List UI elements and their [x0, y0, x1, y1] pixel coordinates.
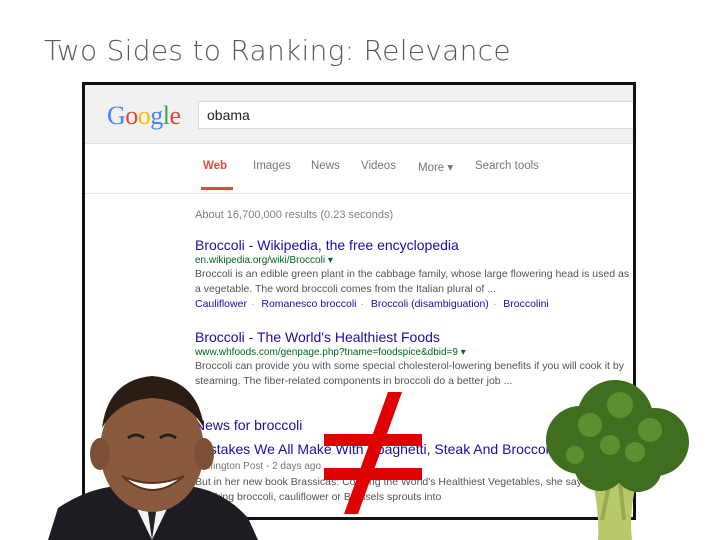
result-title[interactable]: Broccoli - Wikipedia, the free encyclope…: [195, 237, 633, 253]
broccoli-photo: [546, 380, 689, 540]
active-tab-indicator: [201, 187, 233, 190]
google-logo[interactable]: Google: [107, 101, 181, 131]
slide-title: Two Sides to Ranking: Relevance: [44, 34, 511, 67]
not-equal-icon: [324, 392, 422, 514]
tab-web[interactable]: Web: [203, 160, 227, 172]
logo-letter: e: [169, 101, 182, 130]
google-header: Google obama: [85, 85, 633, 144]
logo-letter: G: [107, 101, 126, 130]
tab-videos[interactable]: Videos: [361, 160, 396, 172]
sitelinks: Cauliflower · Romanesco broccoli · Broccol…: [195, 298, 549, 310]
sitelink[interactable]: Romanesco broccoli: [261, 298, 356, 310]
search-input[interactable]: obama: [198, 101, 633, 129]
sitelink[interactable]: Cauliflower: [195, 298, 247, 310]
tab-search-tools[interactable]: Search tools: [475, 160, 539, 172]
sitelink[interactable]: Broccolini: [503, 298, 549, 310]
divider: [85, 193, 633, 194]
result-stats: About 16,700,000 results (0.23 seconds): [195, 209, 394, 221]
tab-images[interactable]: Images: [253, 160, 291, 172]
result-url[interactable]: en.wikipedia.org/wiki/Broccoli ▾: [195, 255, 633, 266]
logo-letter: o: [137, 101, 151, 130]
tab-more[interactable]: More ▾: [418, 160, 453, 174]
result-title[interactable]: Broccoli - The World's Healthiest Foods: [195, 329, 633, 345]
result-url[interactable]: www.whfoods.com/genpage.php?tname=foodsp…: [195, 347, 633, 358]
person-photo: [48, 376, 258, 540]
tab-news[interactable]: News: [311, 160, 340, 172]
logo-letter: g: [150, 101, 163, 130]
result-snippet: Broccoli is an edible green plant in the…: [195, 268, 630, 295]
search-result: Broccoli - Wikipedia, the free encyclope…: [195, 237, 633, 310]
sitelink[interactable]: Broccoli (disambiguation): [371, 298, 489, 310]
logo-letter: l: [162, 101, 170, 130]
logo-letter: o: [125, 101, 138, 130]
